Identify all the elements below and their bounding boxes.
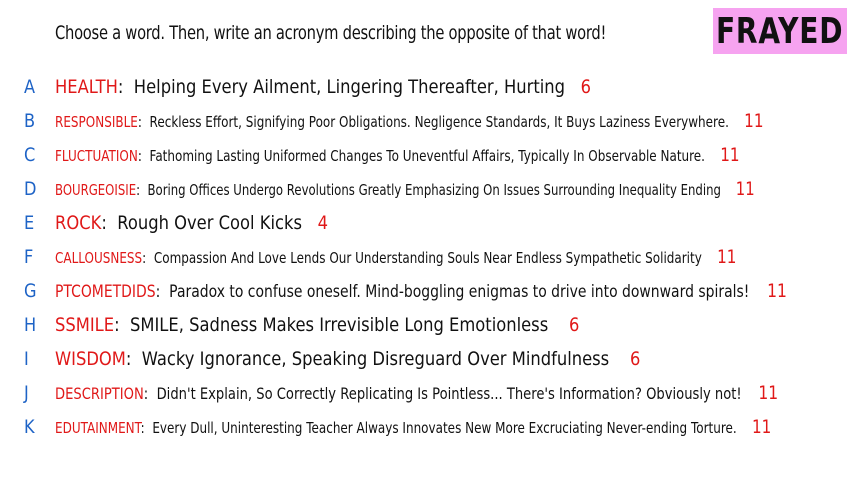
row-letter: B (24, 110, 36, 132)
row-acronym: Reckless Effort, Signifying Poor Obligat… (149, 113, 729, 131)
list-item: C FLUCTUATION: Fathoming Lasting Uniform… (0, 138, 853, 172)
list-item: A HEALTH: Helping Every Ailment, Lingeri… (0, 70, 853, 104)
title-badge-label: FRAYED (716, 10, 844, 52)
row-acronym: Wacky Ignorance, Speaking Disreguard Ove… (141, 348, 610, 370)
row-word: SSMILE (55, 314, 115, 336)
row-content: FLUCTUATION: Fathoming Lasting Uniformed… (55, 144, 740, 166)
row-word: RESPONSIBLE (55, 113, 138, 131)
list-item: J DESCRIPTION: Didn't Explain, So Correc… (0, 376, 853, 410)
list-item: B RESPONSIBLE: Reckless Effort, Signifyi… (0, 104, 853, 138)
row-count: 4 (317, 212, 328, 234)
row-content: SSMILE: SMILE, Sadness Makes Irrevisible… (55, 314, 580, 336)
row-letter: E (24, 212, 35, 234)
row-content: WISDOM: Wacky Ignorance, Speaking Disreg… (55, 348, 641, 370)
row-content: PTCOMETDIDS: Paradox to confuse oneself.… (55, 280, 787, 302)
row-word: ROCK (55, 212, 102, 234)
row-content: RESPONSIBLE: Reckless Effort, Signifying… (55, 110, 764, 132)
row-letter: H (24, 314, 37, 336)
row-count: 11 (744, 110, 764, 132)
list-item: D BOURGEOISIE: Boring Offices Undergo Re… (0, 172, 853, 206)
row-count: 11 (735, 178, 755, 200)
row-content: DESCRIPTION: Didn't Explain, So Correctl… (55, 382, 779, 404)
row-content: HEALTH: Helping Every Ailment, Lingering… (55, 76, 592, 98)
list-item: I WISDOM: Wacky Ignorance, Speaking Disr… (0, 342, 853, 376)
row-letter: I (24, 348, 29, 370)
row-acronym: SMILE, Sadness Makes Irrevisible Long Em… (129, 314, 549, 336)
row-letter: C (24, 144, 36, 166)
row-acronym: Helping Every Ailment, Lingering Thereaf… (133, 76, 566, 98)
row-word: CALLOUSNESS (55, 249, 143, 267)
row-acronym: Fathoming Lasting Uniformed Changes To U… (149, 147, 705, 165)
row-content: EDUTAINMENT: Every Dull, Uninteresting T… (55, 416, 772, 438)
list-item: E ROCK: Rough Over Cool Kicks 4 (0, 206, 853, 240)
row-count: 11 (767, 280, 787, 302)
row-acronym: Rough Over Cool Kicks (117, 212, 302, 234)
list-item: G PTCOMETDIDS: Paradox to confuse onesel… (0, 274, 853, 308)
row-count: 6 (569, 314, 580, 336)
row-content: CALLOUSNESS: Compassion And Love Lends O… (55, 246, 737, 268)
list-item: H SSMILE: SMILE, Sadness Makes Irrevisib… (0, 308, 853, 342)
row-letter: J (24, 382, 29, 404)
row-count: 6 (629, 348, 641, 370)
row-acronym: Every Dull, Uninteresting Teacher Always… (152, 419, 737, 437)
row-word: BOURGEOISIE (55, 181, 137, 199)
instructions-text: Choose a word. Then, write an acronym de… (55, 22, 607, 44)
row-count: 11 (751, 416, 772, 438)
row-count: 11 (758, 382, 779, 404)
row-word: HEALTH (55, 76, 118, 98)
row-letter: K (24, 416, 35, 438)
row-content: ROCK: Rough Over Cool Kicks 4 (55, 212, 328, 234)
row-word: DESCRIPTION (55, 384, 144, 403)
row-letter: A (24, 76, 36, 98)
row-count: 11 (717, 246, 737, 268)
row-letter: F (24, 246, 34, 268)
row-count: 11 (720, 144, 740, 166)
row-acronym: Compassion And Love Lends Our Understand… (153, 249, 702, 267)
row-acronym: Didn't Explain, So Correctly Replicating… (156, 384, 742, 403)
row-word: FLUCTUATION (55, 147, 138, 165)
title-badge: FRAYED (713, 8, 847, 54)
row-letter: D (24, 178, 37, 200)
row-acronym: Paradox to confuse oneself. Mind-bogglin… (169, 282, 750, 302)
list-item: F CALLOUSNESS: Compassion And Love Lends… (0, 240, 853, 274)
row-word: WISDOM (55, 348, 126, 370)
row-word: PTCOMETDIDS (55, 282, 156, 302)
row-content: BOURGEOISIE: Boring Offices Undergo Revo… (55, 178, 755, 200)
row-count: 6 (580, 76, 592, 98)
row-acronym: Boring Offices Undergo Revolutions Great… (147, 181, 721, 199)
row-letter: G (24, 280, 37, 302)
row-word: EDUTAINMENT (55, 419, 141, 437)
list-item: K EDUTAINMENT: Every Dull, Uninteresting… (0, 410, 853, 444)
